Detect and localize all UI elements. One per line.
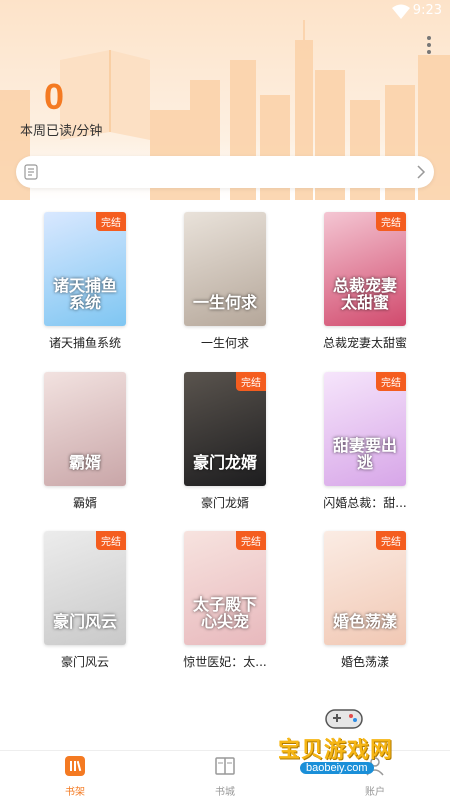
finished-badge: 完结 (376, 372, 406, 391)
book-cover[interactable]: 一生何求 (184, 212, 266, 326)
wifi-icon (392, 4, 410, 19)
book-open-icon (215, 757, 235, 775)
nav-bookstore[interactable]: 书城 (195, 755, 255, 798)
nav-bookshelf[interactable]: 书架 (45, 755, 105, 798)
gamepad-icon (325, 709, 363, 729)
book-cover[interactable]: 太子殿下心尖宠 完结 (184, 531, 266, 645)
cover-title: 婚色荡漾 (332, 612, 397, 632)
status-bar: 9:23 (0, 0, 450, 24)
book-item[interactable]: 豪门龙婿 完结豪门龙婿 (155, 372, 295, 511)
book-item[interactable]: 霸婿 霸婿 (15, 372, 155, 511)
finished-badge: 完结 (376, 531, 406, 550)
nav-label-bookshelf: 书架 (65, 787, 85, 798)
book-title: 闪婚总裁：甜... (323, 496, 407, 510)
cover-title: 一生何求 (192, 293, 257, 313)
book-item[interactable]: 婚色荡漾 完结婚色荡漾 (295, 531, 435, 670)
weekly-read-label: 本周已读/分钟 (20, 124, 103, 139)
book-cover[interactable]: 婚色荡漾 完结 (324, 531, 406, 645)
book-title: 总裁宠妻太甜蜜 (322, 336, 407, 350)
watermark-logo: 宝贝游戏网 baobeiy.com (272, 702, 422, 782)
cover-title: 太子殿下心尖宠 (192, 594, 257, 632)
book-title: 豪门风云 (60, 655, 109, 669)
book-item[interactable]: 豪门风云 完结豪门风云 (15, 531, 155, 670)
book-cover[interactable]: 豪门风云 完结 (44, 531, 126, 645)
book-item[interactable]: 太子殿下心尖宠 完结惊世医妃：太... (155, 531, 295, 670)
finished-badge: 完结 (96, 212, 126, 231)
cover-title: 豪门龙婿 (192, 453, 257, 473)
book-cover[interactable]: 甜妻要出逃 完结 (324, 372, 406, 486)
cover-title: 霸婿 (68, 453, 101, 473)
bookshelf-icon (65, 756, 85, 776)
cover-title: 豪门风云 (52, 612, 117, 632)
book-cover[interactable]: 诸天捕鱼系统 完结 (44, 212, 126, 326)
book-item[interactable]: 一生何求 一生何求 (155, 212, 295, 351)
book-title: 豪门龙婿 (200, 496, 249, 510)
nav-label-account: 账户 (365, 787, 385, 798)
finished-badge: 完结 (236, 531, 266, 550)
book-cover[interactable]: 霸婿 (44, 372, 126, 486)
weekly-read-minutes: 0 (44, 76, 65, 117)
watermark-text: 宝贝游戏网 (278, 738, 394, 763)
search-bar[interactable] (16, 156, 434, 188)
status-time: 9:23 (412, 3, 442, 18)
book-item[interactable]: 诸天捕鱼系统 完结诸天捕鱼系统 (15, 212, 155, 351)
finished-badge: 完结 (96, 531, 126, 550)
book-item[interactable]: 总裁宠妻太甜蜜 完结总裁宠妻太甜蜜 (295, 212, 435, 351)
book-cover[interactable]: 豪门龙婿 完结 (184, 372, 266, 486)
nav-label-bookstore: 书城 (215, 787, 235, 798)
book-title: 婚色荡漾 (340, 655, 389, 669)
watermark-url: baobeiy.com (300, 762, 374, 774)
cover-title: 诸天捕鱼系统 (52, 275, 117, 313)
book-item[interactable]: 甜妻要出逃 完结闪婚总裁：甜... (295, 372, 435, 511)
finished-badge: 完结 (236, 372, 266, 391)
cover-title: 总裁宠妻太甜蜜 (332, 275, 397, 313)
book-title: 霸婿 (72, 496, 97, 510)
book-cover[interactable]: 总裁宠妻太甜蜜 完结 (324, 212, 406, 326)
more-vertical-icon[interactable] (426, 36, 432, 58)
chevron-right-icon (417, 165, 426, 179)
cover-title: 甜妻要出逃 (332, 435, 397, 473)
book-title: 一生何求 (200, 336, 249, 350)
book-title: 诸天捕鱼系统 (48, 336, 121, 350)
book-title: 惊世医妃：太... (183, 655, 267, 669)
note-icon (24, 164, 38, 180)
finished-badge: 完结 (376, 212, 406, 231)
